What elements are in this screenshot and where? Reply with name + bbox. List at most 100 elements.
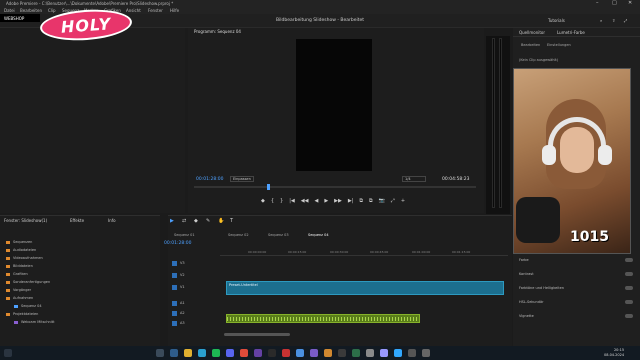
app-icon[interactable] [366, 349, 374, 357]
photoshop-icon[interactable] [394, 349, 402, 357]
hand-icon[interactable]: ✋ [218, 218, 224, 224]
project-item[interactable]: Audiodateien [6, 248, 36, 252]
tab-lumetri-color[interactable]: Lumetri-Farbe [557, 30, 585, 35]
start-icon[interactable] [4, 349, 12, 357]
program-timecode[interactable]: 00:01:28:00 [196, 177, 223, 182]
app-icon[interactable] [324, 349, 332, 357]
edge-icon[interactable] [198, 349, 206, 357]
lumetri-toggle-tones[interactable] [625, 286, 633, 290]
timeline-scrollbar[interactable] [224, 333, 290, 336]
project-item[interactable]: Vorgänger [6, 288, 31, 292]
menu-window[interactable]: Fenster [148, 8, 163, 13]
lift-button[interactable]: ⧉ [359, 198, 363, 206]
track-target-toggle[interactable] [172, 301, 177, 306]
mark-in-button[interactable]: { [271, 198, 274, 206]
project-item[interactable]: Projektdateien [6, 312, 38, 316]
lumetri-toggle-contrast[interactable] [625, 272, 633, 276]
project-item[interactable]: Webcam Mitschnitt [14, 320, 55, 324]
lumetri-toggle-color[interactable] [625, 258, 633, 262]
quality-dropdown[interactable]: 1/4 [402, 176, 426, 182]
track-target-toggle[interactable] [172, 261, 177, 266]
lumetri-section-color[interactable]: Farbe [519, 258, 529, 262]
step-back-button[interactable]: ◀◀ [301, 198, 309, 206]
minimize-button[interactable]: – [596, 0, 599, 6]
project-item[interactable]: Sonderanfertigungen [6, 280, 50, 284]
maximize-button[interactable]: □ [612, 0, 617, 6]
menu-clip[interactable]: Clip [48, 8, 56, 13]
project-item[interactable]: Bilddateien [6, 264, 33, 268]
play-button[interactable]: ▶ [324, 198, 328, 206]
chrome-icon[interactable] [240, 349, 248, 357]
taskview-icon[interactable] [170, 349, 178, 357]
track-target-toggle[interactable] [172, 285, 177, 290]
lumetri-section-contrast[interactable]: Kontrast [519, 272, 534, 276]
program-scrub-bar[interactable] [194, 184, 476, 190]
premiere-icon[interactable] [380, 349, 388, 357]
app-icon[interactable] [310, 349, 318, 357]
track-select-icon[interactable]: ⇄ [182, 218, 186, 224]
twitch-icon[interactable] [254, 349, 262, 357]
pen-icon[interactable]: ✎ [206, 218, 210, 224]
razor-icon[interactable]: ◆ [194, 218, 198, 224]
app-icon[interactable] [338, 349, 346, 357]
program-video-frame[interactable] [296, 39, 372, 171]
menu-file[interactable]: Datei [4, 8, 15, 13]
tab-sequence-03[interactable]: Sequenz 03 [268, 233, 289, 237]
project-item[interactable]: Videoaufnahmen [6, 256, 43, 260]
app-icon[interactable] [422, 349, 430, 357]
subtab-settings[interactable]: Einstellungen [547, 43, 571, 47]
track-target-toggle[interactable] [172, 273, 177, 278]
lumetri-section-hsl[interactable]: HSL-Sekundär [519, 300, 544, 304]
discord-icon[interactable] [226, 349, 234, 357]
tab-sequence-04[interactable]: Sequenz 04 [308, 233, 329, 237]
selection-tool-icon[interactable]: ▶ [170, 218, 174, 224]
app-icon[interactable] [282, 349, 290, 357]
lumetri-section-vignette[interactable]: Vignette [519, 314, 534, 318]
app-icon[interactable] [296, 349, 304, 357]
extract-button[interactable]: ⧉ [369, 198, 373, 206]
lumetri-toggle-hsl[interactable] [625, 300, 633, 304]
go-to-in-button[interactable]: |◀ [289, 198, 295, 206]
workspace-label[interactable]: Tutorials [548, 18, 565, 23]
marker-button[interactable]: ◆ [261, 198, 265, 206]
video-clip[interactable]: Preset-Untertitel [226, 281, 504, 295]
comparison-view-button[interactable]: ⤢ [391, 198, 395, 206]
text-tool-icon[interactable]: T [230, 218, 233, 224]
fullscreen-icon[interactable]: ⤢ [624, 18, 627, 23]
search-taskbar-icon[interactable] [156, 349, 164, 357]
taskbar-clock[interactable]: 20:15 08.04.2024 [604, 348, 624, 358]
add-button[interactable]: + [401, 198, 405, 206]
track-target-toggle[interactable] [172, 321, 177, 326]
tab-effects[interactable]: Effekte [70, 218, 84, 223]
explorer-icon[interactable] [184, 349, 192, 357]
spotify-icon[interactable] [212, 349, 220, 357]
step-forward-button[interactable]: ▶▶ [334, 198, 342, 206]
project-item[interactable]: Grafiken [6, 272, 28, 276]
menu-edit[interactable]: Bearbeiten [20, 8, 42, 13]
timeline-timecode[interactable]: 00:01:28:00 [164, 241, 191, 246]
project-item[interactable]: Aufnahmen [6, 296, 33, 300]
project-item[interactable]: Sequenzen [6, 240, 32, 244]
program-monitor-tab[interactable]: Programm: Sequenz 04 [194, 29, 241, 34]
tab-sequence-01[interactable]: Sequenz 01 [174, 233, 195, 237]
tab-project[interactable]: Fenster: Slideshow(1) [4, 218, 47, 223]
track-target-toggle[interactable] [172, 311, 177, 316]
lumetri-section-tones[interactable]: Farbtöne und Helligkeiten [519, 286, 564, 290]
fit-dropdown[interactable]: Einpassen [230, 176, 254, 182]
program-playhead[interactable] [267, 184, 270, 190]
step-back-frame-button[interactable]: ◀ [314, 198, 318, 206]
go-to-out-button[interactable]: ▶| [348, 198, 354, 206]
app-icon[interactable] [352, 349, 360, 357]
subtab-edit[interactable]: Bearbeiten [521, 43, 540, 47]
lumetri-toggle-vignette[interactable] [625, 314, 633, 318]
timeline-ruler[interactable]: 00:00:00:00 00:00:15:00 00:00:30:00 00:0… [220, 248, 508, 256]
share-icon[interactable]: ⇪ [612, 18, 615, 23]
tab-source-monitor[interactable]: Quellmonitor [519, 30, 545, 35]
obs-icon[interactable] [268, 349, 276, 357]
tab-info[interactable]: Info [108, 218, 116, 223]
menu-view[interactable]: Ansicht [126, 8, 141, 13]
app-icon[interactable] [408, 349, 416, 357]
menu-help[interactable]: Hilfe [170, 8, 179, 13]
audio-clip[interactable] [226, 314, 420, 323]
export-frame-icon[interactable]: 📷 [379, 198, 385, 206]
